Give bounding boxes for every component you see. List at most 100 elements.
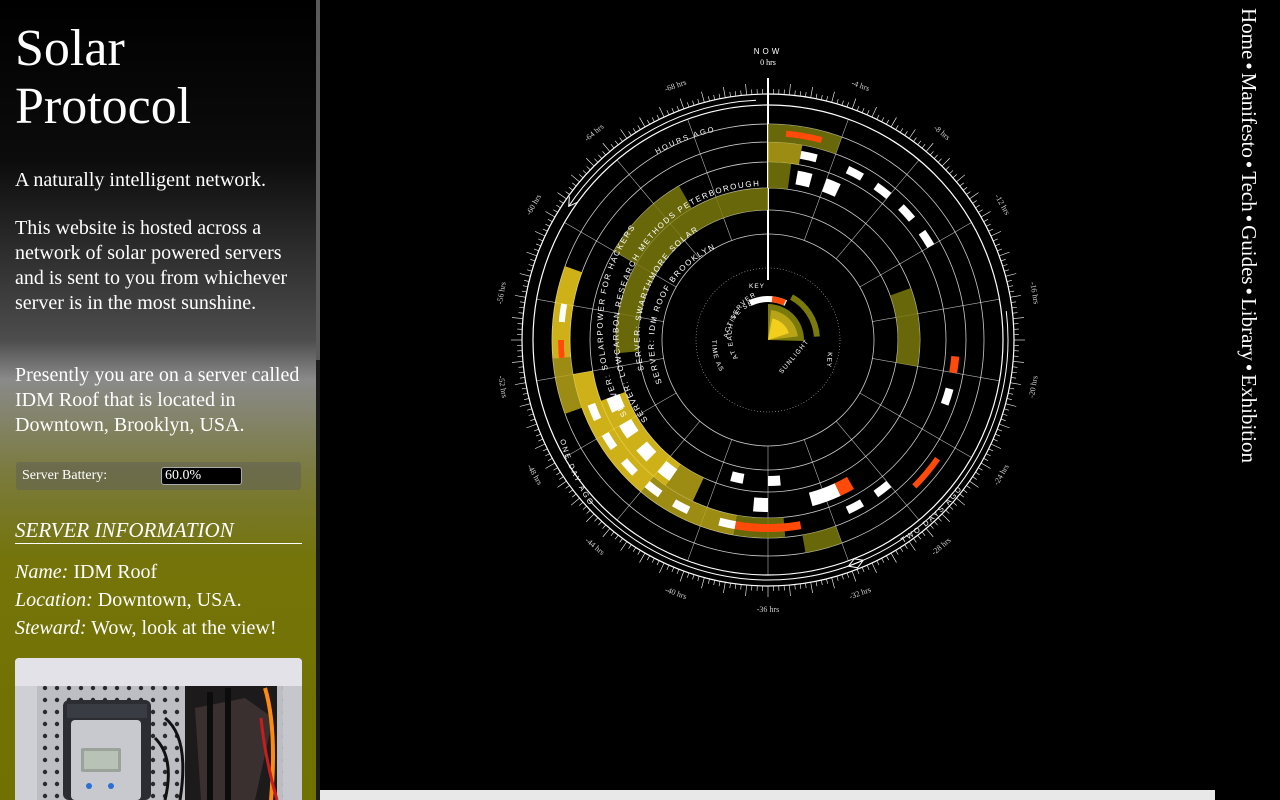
active-server-mark — [808, 483, 841, 507]
hour-tick — [913, 538, 917, 543]
hour-tick — [1000, 418, 1006, 421]
hour-tick-label: -8 hrs — [932, 123, 952, 142]
hour-tick — [890, 117, 897, 128]
server-location-label: Location: — [15, 589, 93, 611]
hour-tick-label: -68 hrs — [663, 78, 687, 94]
hour-tick — [697, 576, 700, 582]
hour-tick-label: -64 hrs — [583, 122, 606, 143]
hour-tick — [1000, 259, 1006, 262]
hour-tick — [881, 558, 885, 563]
hour-tick — [1004, 269, 1010, 272]
hour-tick — [997, 428, 1003, 432]
hour-tick — [519, 301, 525, 303]
server-steward-value: Wow, look at the view! — [86, 617, 277, 639]
hour-tick-label: -20 hrs — [1027, 375, 1040, 399]
hour-tick — [620, 129, 628, 139]
hour-tick — [789, 585, 791, 597]
main-nav: Home • Manifesto • Tech • Guides • Library • Exhib… — [1232, 8, 1266, 508]
hour-tick — [614, 534, 619, 540]
hours-ago-label: HOURS AGO — [654, 124, 717, 155]
hour-tick — [526, 408, 532, 411]
hour-tick — [723, 582, 726, 594]
active-server-mark — [822, 178, 841, 197]
hour-tick — [846, 102, 849, 108]
hour-tick — [1009, 387, 1015, 390]
hour-tick — [535, 433, 541, 437]
nav-exhibition[interactable]: Exhibition — [1237, 374, 1261, 463]
hour-tick — [1013, 361, 1025, 363]
hour-tick — [815, 581, 818, 587]
current-server-location: Presently you are on a server called IDM… — [15, 364, 300, 436]
hour-tick — [602, 151, 607, 156]
hour-tick — [734, 91, 737, 97]
hour-tick — [586, 509, 591, 514]
nav-library[interactable]: Library — [1237, 298, 1261, 361]
nav-manifesto[interactable]: Manifesto — [1237, 73, 1261, 158]
hour-tick — [980, 462, 991, 469]
hour-tick — [528, 264, 534, 267]
nav-home[interactable]: Home — [1237, 8, 1261, 59]
sunlight-segment — [552, 266, 582, 359]
hour-tick — [530, 259, 536, 262]
hour-tick — [718, 93, 721, 99]
hour-tick — [519, 371, 525, 374]
active-server-mark — [768, 475, 781, 486]
site-title[interactable]: Solar Protocol — [15, 20, 191, 136]
hour-tick — [917, 140, 922, 146]
hour-tick — [708, 96, 710, 102]
site-title-line2: Protocol — [15, 78, 192, 135]
nav-separator: • — [1237, 214, 1261, 223]
hour-tick — [557, 192, 567, 200]
hour-tick — [676, 569, 680, 575]
hour-tick — [542, 448, 548, 452]
nav-tech[interactable]: Tech — [1237, 171, 1261, 212]
hour-tick — [959, 493, 964, 498]
hour-tick — [929, 524, 934, 529]
hour-tick — [794, 584, 796, 590]
server-photo — [15, 658, 302, 800]
hour-tick — [545, 223, 550, 227]
battery-mark — [912, 457, 941, 489]
hour-tick — [1011, 371, 1017, 374]
hour-tick — [628, 544, 632, 549]
hour-tick — [1006, 398, 1012, 400]
hour-tick — [671, 107, 675, 113]
hour-tick — [1010, 295, 1022, 298]
hour-tick — [945, 509, 950, 514]
hour-tick — [553, 467, 558, 471]
hour-tick — [1012, 366, 1018, 368]
server-info-heading: SERVER INFORMATION — [15, 517, 302, 544]
hour-tick — [729, 583, 731, 589]
hour-tick — [871, 106, 877, 118]
hour-tick — [514, 295, 526, 298]
hour-tick — [959, 182, 964, 187]
hour-tick — [988, 448, 994, 452]
server-name-label: Name: — [15, 561, 69, 583]
hour-tick — [534, 231, 546, 237]
horizontal-scrollbar[interactable] — [320, 790, 1215, 800]
hour-tick — [962, 489, 968, 494]
hour-tick — [619, 137, 623, 142]
hour-tick — [904, 131, 908, 136]
hour-tick — [713, 580, 716, 586]
hour-tick — [908, 541, 916, 551]
nav-guides[interactable]: Guides — [1237, 225, 1261, 285]
sunlight-segment — [890, 288, 920, 367]
hour-tick-label: -48 hrs — [525, 463, 544, 487]
hour-tick — [745, 83, 747, 95]
sidebar-scroll-thumb[interactable] — [316, 0, 320, 360]
hour-tick-label: -24 hrs — [992, 463, 1011, 487]
hour-tick-label: -44 hrs — [583, 536, 606, 557]
hour-tick — [514, 382, 526, 385]
hour-tick — [941, 158, 950, 167]
hour-tick — [521, 290, 527, 293]
hour-tick — [1012, 312, 1018, 314]
hour-tick — [535, 243, 541, 247]
hour-tick — [651, 558, 655, 563]
hour-tick — [1011, 306, 1017, 309]
hour-tick — [952, 174, 957, 179]
hour-tick — [559, 200, 564, 204]
hour-tick — [519, 273, 531, 277]
hour-tick — [556, 471, 561, 476]
hour-tick — [993, 238, 998, 242]
